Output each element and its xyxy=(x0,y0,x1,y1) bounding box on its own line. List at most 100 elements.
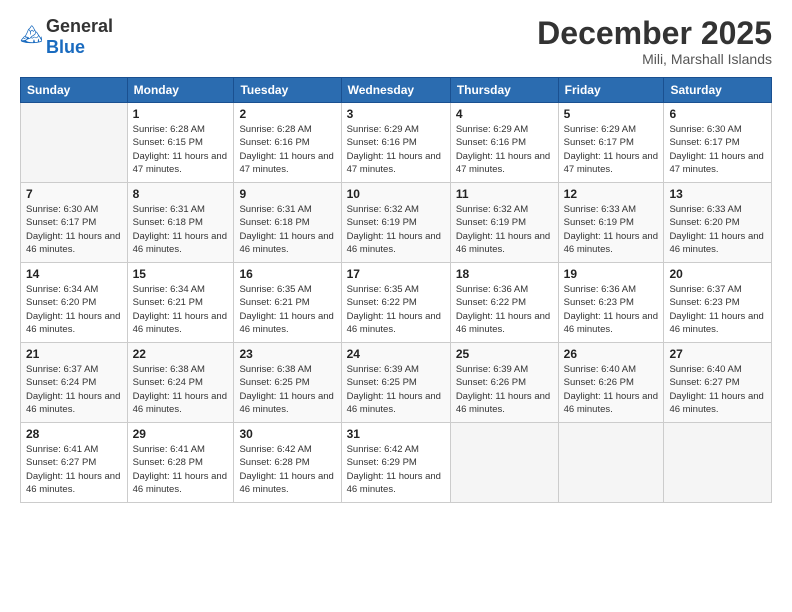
table-row: 11 Sunrise: 6:32 AMSunset: 6:19 PMDayligh… xyxy=(450,183,558,263)
table-row: 26Sunrise: 6:40 AMSunset: 6:26 PMDayligh… xyxy=(558,343,664,423)
calendar-week-row: 21 Sunrise: 6:37 AMSunset: 6:24 PMDayligh… xyxy=(21,343,772,423)
day-number: 30 xyxy=(239,427,335,441)
day-number: 28 xyxy=(26,427,122,441)
day-info: Sunrise: 6:31 AMSunset: 6:18 PMDaylight:… xyxy=(133,203,229,256)
day-number: 13 xyxy=(669,187,766,201)
day-info: Sunrise: 6:29 AMSunset: 6:16 PMDaylight:… xyxy=(347,123,445,176)
table-row: 5Sunrise: 6:29 AMSunset: 6:17 PMDaylight… xyxy=(558,103,664,183)
table-row: 16Sunrise: 6:35 AMSunset: 6:21 PMDayligh… xyxy=(234,263,341,343)
logo-text: General Blue xyxy=(46,16,113,58)
day-number: 12 xyxy=(564,187,659,201)
day-info: Sunrise: 6:32 AMSunset: 6:19 PMDaylight:… xyxy=(456,203,553,256)
table-row: 2 Sunrise: 6:28 AMSunset: 6:16 PMDaylight… xyxy=(234,103,341,183)
table-row: 28 Sunrise: 6:41 AMSunset: 6:27 PMDayligh… xyxy=(21,423,128,503)
day-info: Sunrise: 6:38 AMSunset: 6:24 PMDaylight:… xyxy=(133,363,229,416)
day-number: 6 xyxy=(669,107,766,121)
day-info: Sunrise: 6:33 AMSunset: 6:20 PMDaylight:… xyxy=(669,203,766,256)
table-row xyxy=(664,423,772,503)
table-row: 25 Sunrise: 6:39 AMSunset: 6:26 PMDayligh… xyxy=(450,343,558,423)
day-number: 3 xyxy=(347,107,445,121)
day-info: Sunrise: 6:42 AMSunset: 6:28 PMDaylight:… xyxy=(239,443,335,496)
day-number: 16 xyxy=(239,267,335,281)
table-row: 29Sunrise: 6:41 AMSunset: 6:28 PMDayligh… xyxy=(127,423,234,503)
day-info: Sunrise: 6:34 AMSunset: 6:21 PMDaylight:… xyxy=(133,283,229,336)
table-row: 8 Sunrise: 6:31 AMSunset: 6:18 PMDaylight… xyxy=(127,183,234,263)
day-info: Sunrise: 6:28 AMSunset: 6:16 PMDaylight:… xyxy=(239,123,335,176)
day-number: 31 xyxy=(347,427,445,441)
day-info: Sunrise: 6:30 AMSunset: 6:17 PMDaylight:… xyxy=(26,203,122,256)
day-info: Sunrise: 6:35 AMSunset: 6:22 PMDaylight:… xyxy=(347,283,445,336)
day-info: Sunrise: 6:39 AMSunset: 6:26 PMDaylight:… xyxy=(456,363,553,416)
col-thursday: Thursday xyxy=(450,78,558,103)
day-number: 25 xyxy=(456,347,553,361)
day-number: 10 xyxy=(347,187,445,201)
calendar-header-row: Sunday Monday Tuesday Wednesday Thursday… xyxy=(21,78,772,103)
day-number: 8 xyxy=(133,187,229,201)
day-number: 22 xyxy=(133,347,229,361)
day-info: Sunrise: 6:38 AMSunset: 6:25 PMDaylight:… xyxy=(239,363,335,416)
day-number: 20 xyxy=(669,267,766,281)
table-row: 13 Sunrise: 6:33 AMSunset: 6:20 PMDayligh… xyxy=(664,183,772,263)
table-row xyxy=(558,423,664,503)
table-row: 24 Sunrise: 6:39 AMSunset: 6:25 PMDayligh… xyxy=(341,343,450,423)
logo-blue: Blue xyxy=(46,37,85,57)
day-info: Sunrise: 6:37 AMSunset: 6:23 PMDaylight:… xyxy=(669,283,766,336)
table-row xyxy=(450,423,558,503)
day-info: Sunrise: 6:29 AMSunset: 6:16 PMDaylight:… xyxy=(456,123,553,176)
table-row: 20 Sunrise: 6:37 AMSunset: 6:23 PMDayligh… xyxy=(664,263,772,343)
day-info: Sunrise: 6:39 AMSunset: 6:25 PMDaylight:… xyxy=(347,363,445,416)
day-number: 14 xyxy=(26,267,122,281)
day-number: 4 xyxy=(456,107,553,121)
day-number: 18 xyxy=(456,267,553,281)
day-number: 19 xyxy=(564,267,659,281)
day-info: Sunrise: 6:36 AMSunset: 6:22 PMDaylight:… xyxy=(456,283,553,336)
col-tuesday: Tuesday xyxy=(234,78,341,103)
day-number: 24 xyxy=(347,347,445,361)
table-row xyxy=(21,103,128,183)
table-row: 17 Sunrise: 6:35 AMSunset: 6:22 PMDayligh… xyxy=(341,263,450,343)
day-number: 23 xyxy=(239,347,335,361)
table-row: 19 Sunrise: 6:36 AMSunset: 6:23 PMDayligh… xyxy=(558,263,664,343)
col-wednesday: Wednesday xyxy=(341,78,450,103)
day-info: Sunrise: 6:37 AMSunset: 6:24 PMDaylight:… xyxy=(26,363,122,416)
col-monday: Monday xyxy=(127,78,234,103)
day-number: 11 xyxy=(456,187,553,201)
title-section: December 2025 Mili, Marshall Islands xyxy=(537,16,772,67)
day-info: Sunrise: 6:30 AMSunset: 6:17 PMDaylight:… xyxy=(669,123,766,176)
col-friday: Friday xyxy=(558,78,664,103)
day-info: Sunrise: 6:31 AMSunset: 6:18 PMDaylight:… xyxy=(239,203,335,256)
table-row: 4 Sunrise: 6:29 AMSunset: 6:16 PMDaylight… xyxy=(450,103,558,183)
logo-icon: 🏔 xyxy=(20,24,42,51)
table-row: 12 Sunrise: 6:33 AMSunset: 6:19 PMDayligh… xyxy=(558,183,664,263)
day-number: 21 xyxy=(26,347,122,361)
table-row: 22 Sunrise: 6:38 AMSunset: 6:24 PMDayligh… xyxy=(127,343,234,423)
col-saturday: Saturday xyxy=(664,78,772,103)
day-number: 27 xyxy=(669,347,766,361)
col-sunday: Sunday xyxy=(21,78,128,103)
table-row: 31 Sunrise: 6:42 AMSunset: 6:29 PMDayligh… xyxy=(341,423,450,503)
logo: 🏔 General Blue xyxy=(20,16,113,58)
table-row: 1Sunrise: 6:28 AMSunset: 6:15 PMDaylight… xyxy=(127,103,234,183)
calendar-week-row: 14Sunrise: 6:34 AMSunset: 6:20 PMDayligh… xyxy=(21,263,772,343)
day-info: Sunrise: 6:36 AMSunset: 6:23 PMDaylight:… xyxy=(564,283,659,336)
day-info: Sunrise: 6:33 AMSunset: 6:19 PMDaylight:… xyxy=(564,203,659,256)
day-info: Sunrise: 6:28 AMSunset: 6:15 PMDaylight:… xyxy=(133,123,229,176)
day-info: Sunrise: 6:42 AMSunset: 6:29 PMDaylight:… xyxy=(347,443,445,496)
table-row: 27 Sunrise: 6:40 AMSunset: 6:27 PMDayligh… xyxy=(664,343,772,423)
calendar-week-row: 28 Sunrise: 6:41 AMSunset: 6:27 PMDayligh… xyxy=(21,423,772,503)
day-number: 15 xyxy=(133,267,229,281)
day-info: Sunrise: 6:41 AMSunset: 6:27 PMDaylight:… xyxy=(26,443,122,496)
month-title: December 2025 xyxy=(537,16,772,51)
day-info: Sunrise: 6:32 AMSunset: 6:19 PMDaylight:… xyxy=(347,203,445,256)
day-number: 29 xyxy=(133,427,229,441)
table-row: 9Sunrise: 6:31 AMSunset: 6:18 PMDaylight… xyxy=(234,183,341,263)
day-info: Sunrise: 6:40 AMSunset: 6:27 PMDaylight:… xyxy=(669,363,766,416)
header: 🏔 General Blue December 2025 Mili, Marsh… xyxy=(20,16,772,67)
calendar-table: Sunday Monday Tuesday Wednesday Thursday… xyxy=(20,77,772,503)
day-number: 17 xyxy=(347,267,445,281)
table-row: 6 Sunrise: 6:30 AMSunset: 6:17 PMDaylight… xyxy=(664,103,772,183)
day-number: 2 xyxy=(239,107,335,121)
logo-general: General xyxy=(46,16,113,36)
table-row: 14Sunrise: 6:34 AMSunset: 6:20 PMDayligh… xyxy=(21,263,128,343)
table-row: 15 Sunrise: 6:34 AMSunset: 6:21 PMDayligh… xyxy=(127,263,234,343)
